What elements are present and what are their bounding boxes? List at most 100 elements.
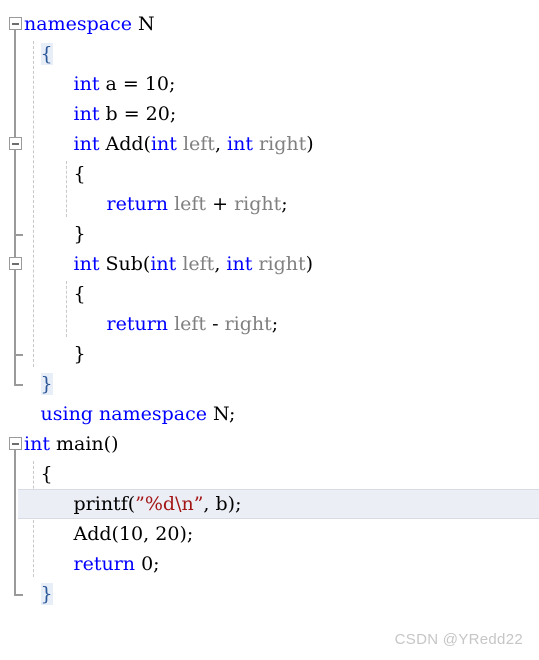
code-line[interactable]: int Sub(int left, int right)	[0, 249, 539, 279]
code-token: ,	[143, 523, 156, 545]
code-token: ,	[214, 253, 227, 275]
code-line[interactable]: }	[0, 369, 539, 399]
code-line[interactable]: {	[0, 159, 539, 189]
fold-toggle-collapse-icon[interactable]	[9, 257, 22, 270]
code-token: )	[306, 133, 314, 155]
code-line[interactable]: }	[0, 579, 539, 609]
code-token: int	[150, 133, 177, 155]
code-token: a =	[99, 73, 145, 95]
code-line[interactable]: {	[0, 279, 539, 309]
code-line-content: }	[24, 219, 86, 249]
code-token: Add(	[73, 523, 119, 545]
code-token: return	[106, 193, 169, 215]
code-line-content: return 0;	[24, 549, 160, 579]
code-token: {	[40, 43, 53, 65]
code-token: -	[206, 313, 225, 335]
code-token: printf(	[73, 493, 136, 515]
code-line-content: int main()	[24, 429, 118, 459]
code-token: right	[258, 253, 306, 275]
code-line-content: {	[24, 159, 86, 189]
code-line-content: return left + right;	[24, 189, 288, 219]
code-token: right	[234, 193, 282, 215]
code-line-content: namespace N	[24, 9, 155, 39]
code-line[interactable]: {	[0, 39, 539, 69]
code-token: }	[73, 223, 86, 245]
code-line-content: printf(”%d\n”, b);	[24, 490, 242, 518]
code-line-content: int Add(int left, int right)	[24, 129, 314, 159]
code-line[interactable]: {	[0, 459, 539, 489]
code-token: int	[24, 433, 50, 455]
code-token: int	[226, 253, 253, 275]
code-line[interactable]: int main()	[0, 429, 539, 459]
code-token: )	[305, 253, 314, 275]
code-token: right	[224, 313, 272, 335]
code-line[interactable]: return left + right;	[0, 189, 539, 219]
code-line-content: }	[24, 339, 86, 369]
code-token: {	[73, 283, 86, 305]
code-line-content: using namespace N;	[24, 399, 236, 429]
code-token: int	[73, 73, 100, 95]
code-line-content: {	[24, 279, 86, 309]
code-line-content: int b = 20;	[24, 99, 177, 129]
code-token: );	[179, 523, 194, 545]
code-token: ;	[153, 553, 160, 575]
code-token: N	[138, 13, 155, 35]
code-line[interactable]: printf(”%d\n”, b);	[18, 489, 539, 519]
code-token: +	[206, 193, 235, 215]
code-token: {	[73, 163, 86, 185]
code-token: ,	[214, 133, 228, 155]
code-token: }	[73, 343, 86, 365]
code-line[interactable]: int a = 10;	[0, 69, 539, 99]
code-token: }	[40, 373, 53, 395]
code-line-content: }	[24, 369, 53, 399]
code-token: int	[73, 103, 100, 125]
code-line-content: }	[24, 579, 53, 609]
code-token: int	[150, 253, 177, 275]
code-token: {	[40, 463, 53, 485]
code-line-content: int Sub(int left, int right)	[24, 249, 314, 279]
code-token: ;	[281, 193, 288, 215]
code-line[interactable]: int Add(int left, int right)	[0, 129, 539, 159]
code-token: int	[73, 133, 100, 155]
code-line[interactable]: return 0;	[0, 549, 539, 579]
code-token: 20	[145, 103, 170, 125]
code-token: 20	[155, 523, 180, 545]
code-line-content: Add(10, 20);	[24, 519, 194, 549]
code-line[interactable]: Add(10, 20);	[0, 519, 539, 549]
code-token: b =	[99, 103, 146, 125]
code-token: ;	[169, 103, 177, 125]
code-token: }	[40, 583, 53, 605]
fold-toggle-collapse-icon[interactable]	[9, 17, 22, 30]
code-line-content: int a = 10;	[24, 69, 176, 99]
code-token: 10	[118, 523, 144, 545]
code-token: namespace	[99, 403, 207, 425]
code-token: N;	[206, 403, 236, 425]
code-token: Add(	[99, 133, 151, 155]
code-line-content: return left - right;	[24, 309, 279, 339]
code-token: using	[40, 403, 93, 425]
code-token: Sub(	[99, 253, 151, 275]
code-line[interactable]: return left - right;	[0, 309, 539, 339]
code-token: return	[73, 553, 136, 575]
code-line[interactable]: }	[0, 339, 539, 369]
code-token: , b);	[203, 493, 242, 515]
code-editor[interactable]: namespace N{int a = 10; int b = 20; int Ad…	[0, 0, 539, 620]
code-line-content: {	[24, 39, 53, 69]
code-line-content: {	[24, 459, 53, 489]
code-line[interactable]: int b = 20;	[0, 99, 539, 129]
code-token: int	[73, 253, 100, 275]
code-token: main()	[49, 433, 119, 455]
watermark-text: CSDN @YRedd22	[394, 631, 523, 648]
fold-toggle-collapse-icon[interactable]	[9, 137, 22, 150]
fold-toggle-collapse-icon[interactable]	[9, 437, 22, 450]
code-token: 0	[141, 553, 154, 575]
code-token: left	[174, 313, 207, 335]
code-token: namespace	[24, 13, 132, 35]
code-token: right	[259, 133, 307, 155]
code-line[interactable]: using namespace N;	[0, 399, 539, 429]
code-token: ;	[271, 313, 279, 335]
code-token: int	[227, 133, 253, 155]
code-line[interactable]: }	[0, 219, 539, 249]
code-line[interactable]: namespace N	[0, 9, 539, 39]
code-token: ”%d\n”	[135, 493, 204, 515]
